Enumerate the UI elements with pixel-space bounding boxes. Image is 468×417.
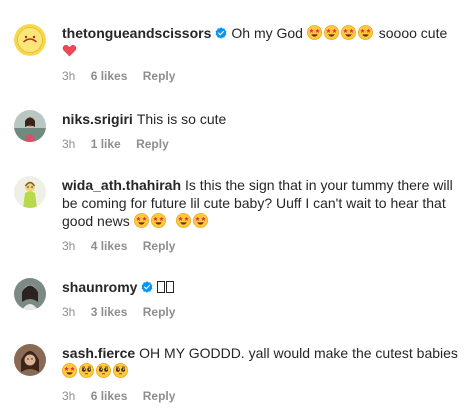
likes-count[interactable]: 1 like	[91, 137, 121, 151]
comment-time[interactable]: 3h	[62, 305, 75, 319]
comment-text: be coming for future lil cute baby? Uuff…	[62, 195, 446, 211]
comment-username[interactable]: thetongueandscissors	[62, 25, 211, 41]
comment-meta: 3h 1 like Reply	[62, 137, 460, 151]
star-struck-emoji-icon	[341, 25, 356, 40]
reply-button[interactable]: Reply	[136, 137, 169, 151]
avatar[interactable]	[14, 344, 46, 376]
comment-text: good news	[62, 213, 130, 229]
comment-text: Oh my God	[231, 25, 303, 41]
verified-badge-icon	[141, 281, 153, 293]
likes-count[interactable]: 3 likes	[91, 305, 128, 319]
comment-text: This is so cute	[136, 111, 227, 127]
star-struck-emoji-icon	[134, 213, 149, 228]
comment-text: soooo cute	[378, 25, 448, 41]
reply-button[interactable]: Reply	[143, 69, 176, 83]
unsupported-glyph-icon	[157, 281, 166, 293]
likes-count[interactable]: 4 likes	[91, 239, 128, 253]
unsupported-glyph-icon	[166, 281, 175, 293]
comment-time[interactable]: 3h	[62, 389, 75, 403]
reply-button[interactable]: Reply	[143, 239, 176, 253]
star-struck-emoji-icon	[193, 213, 208, 228]
reply-button[interactable]: Reply	[143, 305, 176, 319]
avatar[interactable]	[14, 24, 46, 56]
comment-time[interactable]: 3h	[62, 239, 75, 253]
likes-count[interactable]: 6 likes	[91, 69, 128, 83]
star-struck-emoji-icon	[62, 363, 77, 378]
comment-time[interactable]: 3h	[62, 137, 75, 151]
pleading-face-emoji-icon	[113, 363, 128, 378]
reply-button[interactable]: Reply	[143, 389, 176, 403]
comments-list: thetongueandscissors Oh my God soooo cute…	[0, 0, 468, 417]
avatar[interactable]	[14, 176, 46, 208]
comment-time[interactable]: 3h	[62, 69, 75, 83]
comment-username[interactable]: shaunromy	[62, 279, 137, 295]
comment-meta: 3h 6 likes Reply	[62, 69, 460, 83]
comment-username[interactable]: wida_ath.thahirah	[62, 177, 181, 193]
comment-text: OH MY GODDD. yall would make the cutest …	[139, 345, 458, 361]
comment-username[interactable]: sash.fierce	[62, 345, 135, 361]
star-struck-emoji-icon	[176, 213, 191, 228]
pleading-face-emoji-icon	[79, 363, 94, 378]
star-struck-emoji-icon	[151, 213, 166, 228]
comment-text: Is this the sign that in your tummy ther…	[185, 177, 453, 193]
comment-meta: 3h 4 likes Reply	[62, 239, 460, 253]
comment-username[interactable]: niks.srigiri	[62, 111, 133, 127]
pleading-face-emoji-icon	[96, 363, 111, 378]
red-heart-emoji-icon	[62, 43, 77, 58]
star-struck-emoji-icon	[324, 25, 339, 40]
avatar[interactable]	[14, 278, 46, 310]
star-struck-emoji-icon	[307, 25, 322, 40]
star-struck-emoji-icon	[358, 25, 373, 40]
likes-count[interactable]: 6 likes	[91, 389, 128, 403]
comment-meta: 3h 6 likes Reply	[62, 389, 460, 403]
comment-meta: 3h 3 likes Reply	[62, 305, 460, 319]
avatar[interactable]	[14, 110, 46, 142]
verified-badge-icon	[215, 27, 227, 39]
